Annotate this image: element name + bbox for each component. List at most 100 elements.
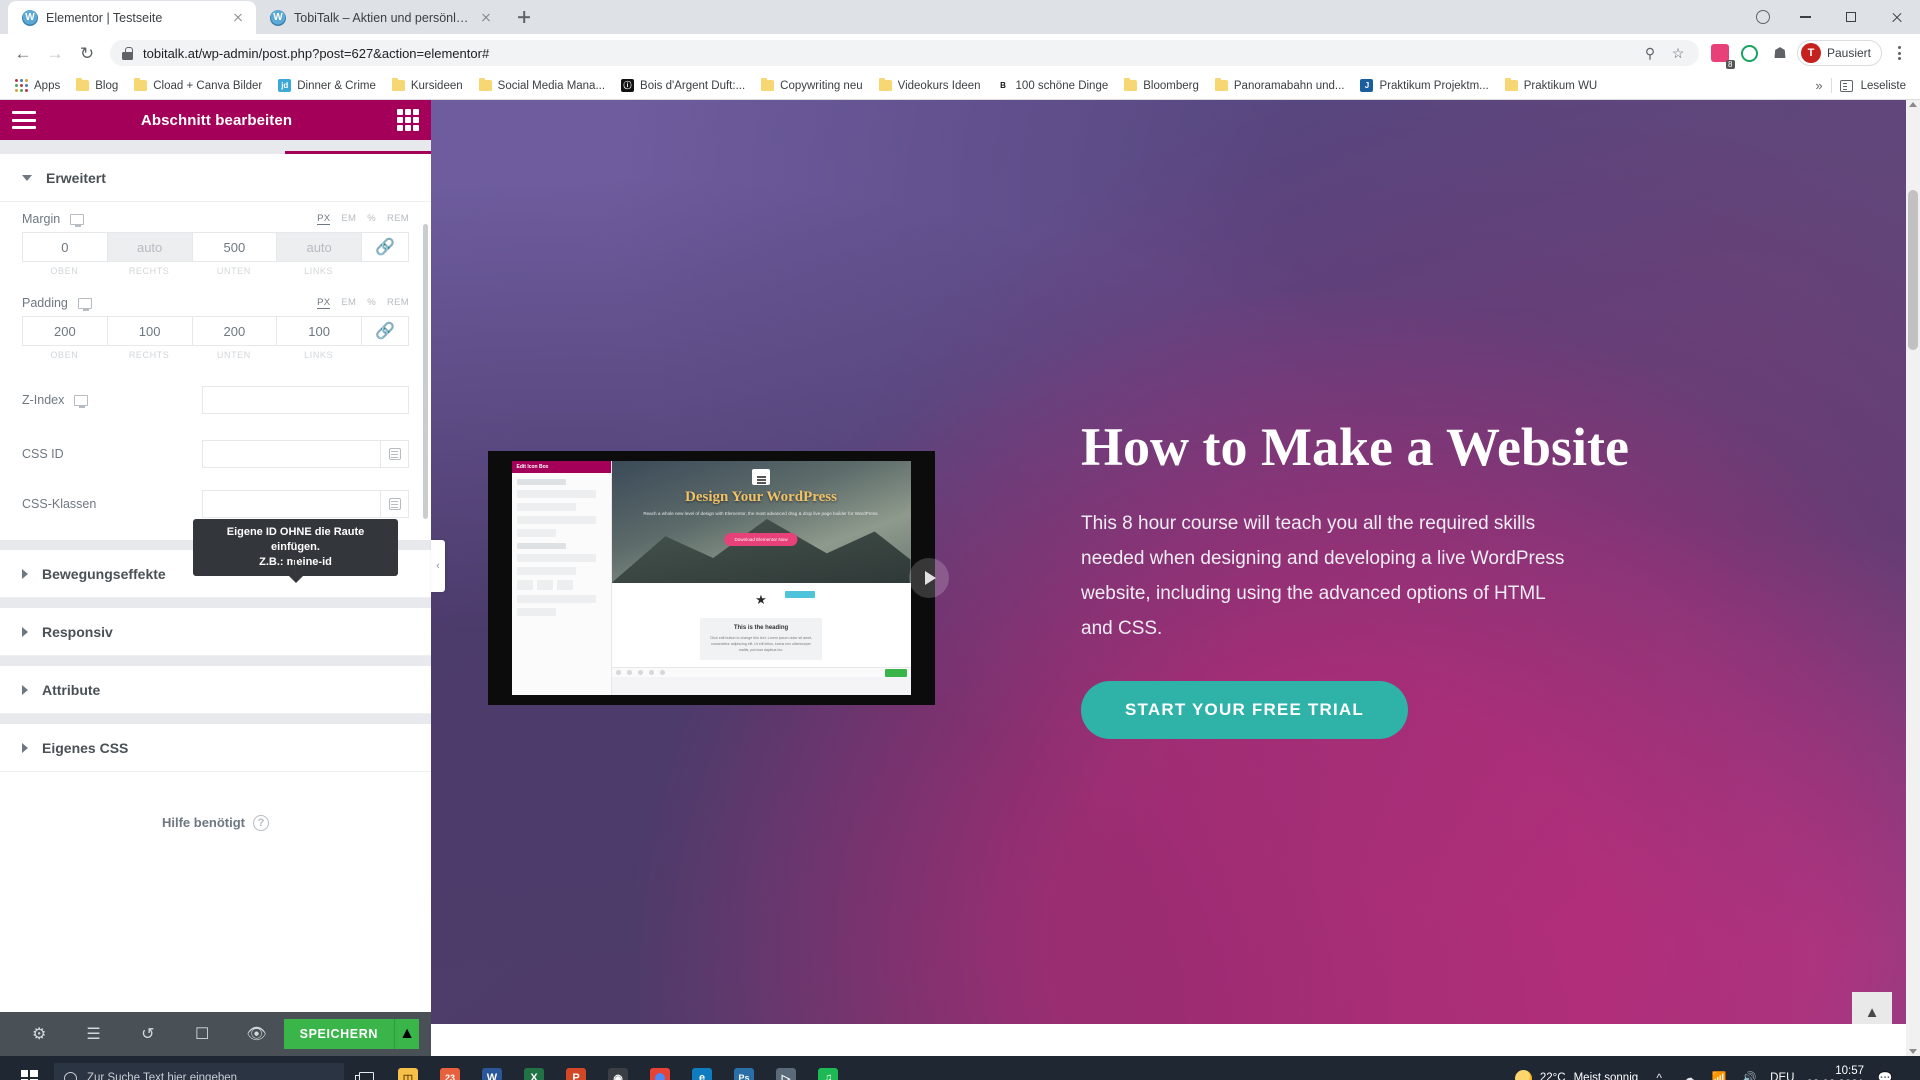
panel-collapse-toggle[interactable]: ‹ <box>431 540 445 592</box>
network-icon[interactable]: 📶 <box>1710 1069 1728 1080</box>
link-icon[interactable]: 🔗 <box>361 232 409 262</box>
minimize-button[interactable] <box>1782 0 1828 34</box>
unit-px[interactable]: PX <box>317 297 331 309</box>
back-icon[interactable]: ← <box>8 38 38 68</box>
media-player-icon[interactable]: ▷ <box>766 1056 806 1080</box>
canvas-scrollbar[interactable] <box>1906 100 1920 1056</box>
reading-list-icon[interactable] <box>1839 79 1853 92</box>
section-responsiv-header[interactable]: Responsiv <box>0 608 431 656</box>
obs-icon[interactable]: ◉ <box>598 1056 638 1080</box>
dynamic-tags-icon[interactable] <box>381 440 409 468</box>
panel-scrollbar[interactable] <box>423 224 428 519</box>
responsive-device-icon[interactable] <box>74 394 89 408</box>
chrome-menu-icon[interactable] <box>1886 40 1912 66</box>
taskbar-search-input[interactable]: Zur Suche Text hier eingeben <box>54 1063 344 1080</box>
reload-icon[interactable]: ↻ <box>72 38 102 68</box>
calendar-icon[interactable]: 23 <box>430 1056 470 1080</box>
new-tab-button[interactable] <box>510 3 538 31</box>
bookmark-blog[interactable]: Blog <box>69 77 125 95</box>
save-button[interactable]: SPEICHERN <box>283 1019 394 1049</box>
bookmark-kursideen[interactable]: Kursideen <box>385 77 470 95</box>
padding-top-input[interactable]: 200 <box>22 316 108 346</box>
save-options-caret-icon[interactable]: ▲ <box>394 1019 419 1049</box>
unit-px[interactable]: PX <box>317 213 331 225</box>
margin-bottom-input[interactable]: 500 <box>191 232 278 262</box>
dynamic-tags-icon[interactable] <box>381 490 409 518</box>
edge-icon[interactable]: e <box>682 1056 722 1080</box>
close-window-button[interactable] <box>1874 0 1920 34</box>
responsive-device-icon[interactable] <box>70 213 85 227</box>
show-desktop-button[interactable] <box>1908 1061 1914 1080</box>
bookmark-bois-dargent[interactable]: ⓘ Bois d'Argent Duft:... <box>614 76 752 95</box>
padding-right-input[interactable]: 100 <box>106 316 193 346</box>
volume-icon[interactable]: 🔊 <box>1740 1069 1758 1080</box>
photoshop-icon[interactable]: Ps <box>724 1056 764 1080</box>
bookmark-praktikum-projektm[interactable]: J Praktikum Projektm... <box>1353 76 1495 95</box>
section-erweitert-header[interactable]: Erweitert <box>0 154 431 202</box>
extensions-puzzle-icon[interactable]: ☗ <box>1767 40 1793 66</box>
reading-list-label[interactable]: Leseliste <box>1861 80 1906 92</box>
browser-tab-tobitalk[interactable]: TobiTalk – Aktien und persönliche <box>256 1 504 34</box>
task-view-icon[interactable] <box>346 1056 386 1080</box>
bookmark-copywriting[interactable]: Copywriting neu <box>754 77 869 95</box>
onedrive-cloud-icon[interactable]: ☁ <box>1680 1069 1698 1080</box>
video-frame[interactable]: Edit Icon Box Design Your WordPress Reac… <box>487 451 949 705</box>
unit-rem[interactable]: REM <box>387 213 409 225</box>
spotify-icon[interactable]: ♫ <box>808 1056 848 1080</box>
padding-left-input[interactable]: 100 <box>276 316 362 346</box>
unit-em[interactable]: EM <box>341 213 356 225</box>
bookmarks-overflow-icon[interactable]: » <box>1815 78 1822 93</box>
settings-gear-icon[interactable]: ⚙ <box>12 1012 66 1056</box>
padding-bottom-input[interactable]: 200 <box>191 316 278 346</box>
section-eigenes-css-header[interactable]: Eigenes CSS <box>0 724 431 772</box>
bookmark-star-icon[interactable]: ☆ <box>1669 44 1687 62</box>
responsive-device-icon[interactable] <box>77 297 92 311</box>
excel-icon[interactable]: X <box>514 1056 554 1080</box>
bookmark-100-schoene-dinge[interactable]: B 100 schöne Dinge <box>990 76 1116 95</box>
unit-em[interactable]: EM <box>341 297 356 309</box>
forward-icon[interactable]: → <box>40 38 70 68</box>
css-id-input[interactable] <box>202 440 381 468</box>
show-hidden-icons-chevron[interactable]: ^ <box>1650 1069 1668 1080</box>
weather-widget[interactable]: 22°C Meist sonnig <box>1514 1069 1638 1080</box>
history-icon[interactable]: ↺ <box>121 1012 175 1056</box>
help-link[interactable]: Hilfe benötigt ? <box>162 814 270 831</box>
css-classes-input[interactable] <box>202 490 381 518</box>
extension-badge-icon[interactable]: 8 <box>1707 40 1735 69</box>
file-explorer-icon[interactable]: ◫ <box>388 1056 428 1080</box>
layers-navigator-icon[interactable]: ☰ <box>66 1012 120 1056</box>
bookmark-dinner-crime[interactable]: jd Dinner & Crime <box>271 76 383 95</box>
margin-right-input[interactable]: auto <box>106 232 193 262</box>
scroll-up-arrow-icon[interactable] <box>1909 102 1917 107</box>
bookmark-videokurs[interactable]: Videokurs Ideen <box>872 77 988 95</box>
word-icon[interactable]: W <box>472 1056 512 1080</box>
more-options-icon[interactable] <box>1744 0 1782 34</box>
close-icon[interactable] <box>478 10 494 26</box>
powerpoint-icon[interactable]: P <box>556 1056 596 1080</box>
language-indicator[interactable]: DEU <box>1770 1072 1794 1080</box>
margin-left-input[interactable]: auto <box>276 232 362 262</box>
preview-eye-icon[interactable]: 👁 <box>229 1012 283 1056</box>
maximize-button[interactable] <box>1828 0 1874 34</box>
section-attribute-header[interactable]: Attribute <box>0 666 431 714</box>
margin-top-input[interactable]: 0 <box>22 232 108 262</box>
scrollbar-thumb[interactable] <box>1908 190 1918 350</box>
unit-percent[interactable]: % <box>367 297 376 309</box>
bookmark-panoramabahn[interactable]: Panoramabahn und... <box>1208 77 1352 95</box>
windows-start-icon[interactable] <box>6 1056 52 1080</box>
close-icon[interactable] <box>230 10 246 26</box>
zindex-input[interactable] <box>202 386 409 414</box>
bookmark-apps[interactable]: Apps <box>8 76 67 95</box>
scroll-down-arrow-icon[interactable] <box>1909 1049 1917 1054</box>
grammarly-icon[interactable] <box>1737 40 1763 66</box>
address-bar[interactable]: tobitalk.at/wp-admin/post.php?post=627&a… <box>110 40 1699 66</box>
action-center-icon[interactable]: 💬 <box>1876 1069 1894 1080</box>
link-icon[interactable]: 🔗 <box>361 316 409 346</box>
cta-button[interactable]: START YOUR FREE TRIAL <box>1081 680 1408 739</box>
profile-button[interactable]: T Pausiert <box>1796 40 1882 66</box>
search-plus-icon[interactable]: ⚲ <box>1641 44 1659 62</box>
bookmark-praktikum-wu[interactable]: Praktikum WU <box>1498 77 1604 95</box>
bookmark-bloomberg[interactable]: Bloomberg <box>1117 77 1206 95</box>
responsive-mode-icon[interactable]: ☐ <box>175 1012 229 1056</box>
play-icon[interactable] <box>908 558 949 598</box>
